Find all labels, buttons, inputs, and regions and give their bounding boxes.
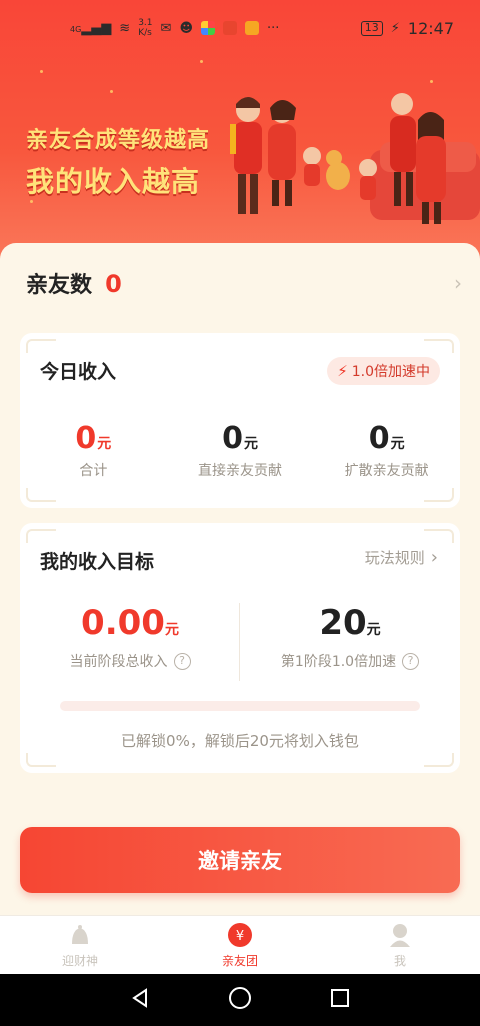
- current-value: 0.00: [81, 603, 165, 643]
- today-income-card: 今日收入 ⚡ 1.0倍加速中 0元 合计 0元 直接亲友贡献 0元 扩散亲友贡献: [20, 333, 460, 508]
- tab-label: 亲友团: [221, 953, 258, 968]
- stat-direct: 0元 直接亲友贡献: [167, 421, 314, 480]
- stat-label: 直接亲友贡献: [198, 463, 282, 479]
- goal-columns: 0.00元 当前阶段总收入 ? 20元 第1阶段1.0倍加速 ?: [20, 603, 460, 671]
- stat-value: 0: [75, 421, 97, 456]
- speed-badge: ⚡ 1.0倍加速中: [327, 357, 440, 385]
- svg-text:¥: ¥: [236, 929, 244, 944]
- current-unit: 元: [164, 622, 179, 638]
- sparkle: [430, 80, 433, 83]
- user-icon: [387, 922, 413, 948]
- status-right: 13 ⚡ 12:47: [360, 18, 454, 38]
- app-notification-icon: [245, 21, 259, 35]
- stat-label: 扩散亲友贡献: [344, 463, 429, 479]
- recents-icon[interactable]: [329, 987, 351, 1013]
- stat-unit: 元: [243, 436, 258, 452]
- corner-ornament: [26, 488, 56, 502]
- target-unit: 元: [366, 622, 381, 638]
- speed-badge-label: 1.0倍加速中: [351, 364, 430, 380]
- app-notification-icon: [223, 21, 237, 35]
- back-icon[interactable]: [129, 987, 151, 1013]
- lightning-icon: ⚡: [337, 362, 348, 380]
- app-notification-icon: [201, 21, 215, 35]
- qq-icon: ☻: [179, 20, 193, 36]
- rules-link-label: 玩法规则: [364, 549, 425, 567]
- wechat-icon: ✉: [160, 20, 172, 36]
- progress-text: 已解锁0%，解锁后20元将划入钱包: [121, 732, 359, 750]
- charging-icon: ⚡: [390, 20, 400, 36]
- bottom-tab-bar: 迎财神 ¥ 亲友团 我: [0, 915, 480, 974]
- home-icon[interactable]: [228, 986, 252, 1014]
- status-bar: 4G▂▄▆ ≋ 3.1 K/s ✉ ☻ ··· 13 ⚡ 12:47: [0, 0, 480, 56]
- sparkle: [40, 70, 43, 73]
- network-speed: 3.1 K/s: [138, 18, 152, 38]
- system-navigation-bar: [0, 974, 480, 1026]
- battery-icon: 13: [360, 20, 383, 36]
- goal-progress-bar: [60, 701, 420, 711]
- target-label-row: 第1阶段1.0倍加速 ?: [240, 651, 460, 671]
- goal-title: 我的收入目标: [40, 551, 155, 573]
- help-icon[interactable]: ?: [402, 652, 420, 670]
- stat-total: 0元 合计: [20, 421, 167, 480]
- income-stats: 0元 合计 0元 直接亲友贡献 0元 扩散亲友贡献: [20, 421, 460, 480]
- column-divider: [239, 603, 240, 681]
- stat-label: 合计: [79, 463, 108, 479]
- sparkle: [30, 200, 33, 203]
- banner-title-line2: 我的收入越高: [26, 165, 201, 198]
- target-label: 第1阶段1.0倍加速: [280, 654, 397, 670]
- corner-ornament: [424, 488, 454, 502]
- tab-fortune[interactable]: 迎财神: [0, 916, 160, 974]
- tab-friends[interactable]: ¥ 亲友团: [160, 916, 320, 974]
- tab-label: 我: [393, 953, 406, 968]
- rules-link[interactable]: 玩法规则 ›: [365, 547, 438, 568]
- friends-label: 亲友数: [26, 273, 93, 298]
- corner-ornament: [26, 529, 56, 543]
- content-sheet: 亲友数 0 › 今日收入 ⚡ 1.0倍加速中 0元 合计 0元 直接亲友贡献 0…: [0, 243, 480, 915]
- speed-unit: K/s: [138, 28, 152, 38]
- yuan-coin-icon: ¥: [227, 922, 253, 948]
- stat-spread: 0元 扩散亲友贡献: [313, 421, 460, 480]
- speed-value: 3.1: [138, 18, 153, 28]
- status-left: 4G▂▄▆ ≋ 3.1 K/s ✉ ☻ ···: [70, 18, 279, 38]
- signal-icon: 4G▂▄▆: [70, 20, 112, 36]
- target-value: 20: [319, 603, 367, 643]
- stat-unit: 元: [97, 436, 112, 452]
- stat-value: 0: [222, 421, 243, 456]
- corner-ornament: [424, 753, 454, 767]
- wifi-icon: ≋: [119, 20, 131, 36]
- stat-unit: 元: [390, 436, 405, 452]
- network-type: 4G: [70, 24, 82, 34]
- sparkle: [110, 90, 113, 93]
- corner-ornament: [424, 339, 454, 353]
- goal-current: 0.00元 当前阶段总收入 ?: [20, 603, 240, 671]
- corner-ornament: [424, 529, 454, 543]
- income-goal-card: 我的收入目标 玩法规则 › 0.00元 当前阶段总收入 ? 20元 第1阶段1.…: [20, 523, 460, 773]
- today-income-title: 今日收入: [40, 361, 117, 383]
- clock: 12:47: [407, 18, 454, 38]
- family-illustration: [230, 93, 480, 224]
- chevron-right-icon[interactable]: ›: [454, 271, 462, 295]
- corner-ornament: [26, 753, 56, 767]
- invite-friends-button[interactable]: 邀请亲友: [20, 827, 460, 893]
- tab-me[interactable]: 我: [320, 916, 480, 974]
- banner-title-line1: 亲友合成等级越高: [26, 128, 211, 153]
- goal-target: 20元 第1阶段1.0倍加速 ?: [240, 603, 460, 671]
- corner-ornament: [26, 339, 56, 353]
- help-icon[interactable]: ?: [173, 652, 191, 670]
- current-label: 当前阶段总收入: [69, 654, 168, 670]
- stat-value: 0: [368, 421, 390, 456]
- deity-icon: [67, 922, 93, 948]
- current-label-row: 当前阶段总收入 ?: [20, 651, 240, 671]
- chevron-right-icon: ›: [430, 547, 438, 568]
- banner-title: 亲友合成等级越高 我的收入越高: [26, 122, 210, 200]
- sparkle: [200, 60, 203, 63]
- friends-count: 0: [105, 270, 122, 298]
- more-notifications-icon: ···: [267, 20, 280, 36]
- friends-count-row[interactable]: 亲友数 0 ›: [26, 263, 462, 303]
- tab-label: 迎财神: [61, 953, 98, 968]
